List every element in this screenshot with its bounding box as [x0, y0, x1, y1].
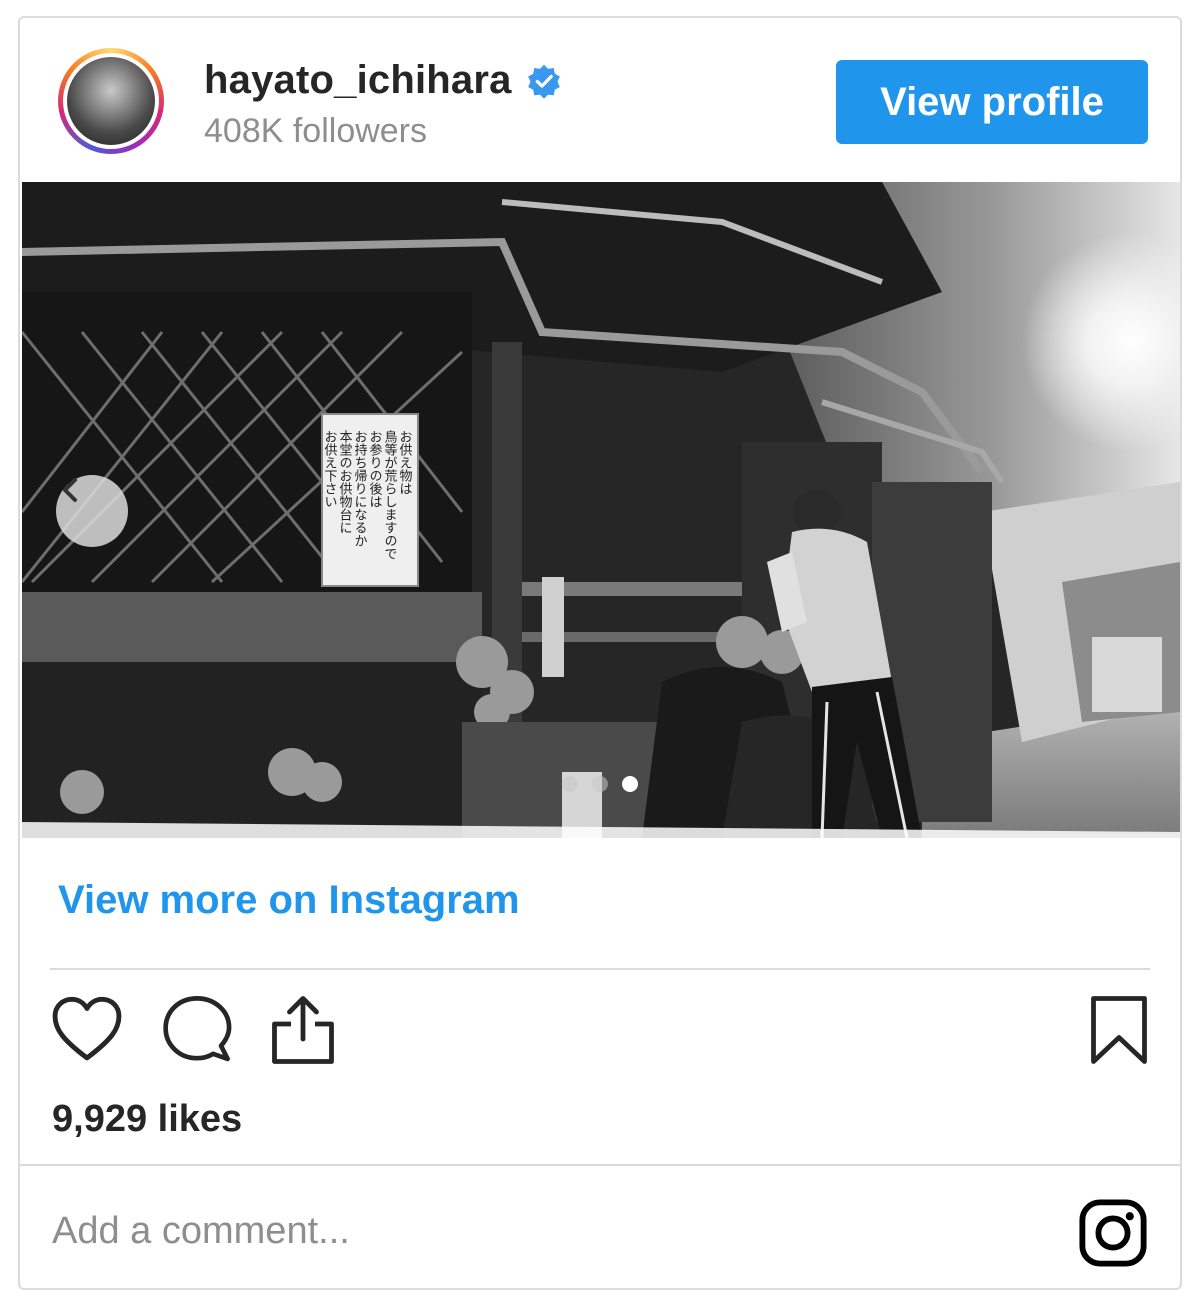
carousel-prev-button[interactable]	[56, 475, 128, 547]
svg-text:お供え下さい: お供え下さい	[322, 430, 338, 508]
avatar-image	[67, 57, 155, 145]
action-bar	[50, 994, 1150, 1074]
username-row: hayato_ichihara	[204, 58, 562, 103]
likes-count: 9,929 likes	[52, 1098, 243, 1140]
temple-photo: お供え物は 鳥等が荒らしますので お参りの後は お持ち帰りになるか 本堂のお供物…	[22, 182, 1180, 838]
avatar[interactable]	[58, 48, 164, 154]
comment-input[interactable]: Add a comment...	[52, 1210, 350, 1253]
view-profile-button[interactable]: View profile	[836, 60, 1148, 144]
share-icon[interactable]	[270, 994, 336, 1066]
divider	[50, 968, 1150, 970]
bookmark-icon[interactable]	[1088, 994, 1150, 1066]
carousel-dot[interactable]	[562, 776, 578, 792]
post-header: hayato_ichihara 408K followers View prof…	[20, 18, 1180, 184]
username[interactable]: hayato_ichihara	[204, 58, 512, 103]
followers-count: 408K followers	[204, 112, 428, 150]
instagram-icon[interactable]	[1078, 1198, 1148, 1268]
view-more-link[interactable]: View more on Instagram	[58, 878, 520, 923]
carousel-dot[interactable]	[592, 776, 608, 792]
verified-badge-icon	[527, 64, 560, 99]
comment-icon[interactable]	[162, 994, 232, 1064]
carousel-dots	[562, 776, 638, 792]
divider	[20, 1164, 1180, 1166]
instagram-embed-card: hayato_ichihara 408K followers View prof…	[18, 16, 1182, 1290]
svg-text:お参りの後は: お参りの後は	[367, 430, 383, 508]
svg-text:本堂のお供物台に: 本堂のお供物台に	[337, 430, 353, 534]
svg-text:鳥等が荒らしますので: 鳥等が荒らしますので	[382, 430, 398, 560]
post-photo[interactable]: お供え物は 鳥等が荒らしますので お参りの後は お持ち帰りになるか 本堂のお供物…	[22, 182, 1180, 838]
carousel-dot-active[interactable]	[622, 776, 638, 792]
chevron-left-icon	[63, 478, 77, 502]
heart-icon[interactable]	[50, 994, 124, 1064]
svg-text:お持ち帰りになるか: お持ち帰りになるか	[352, 430, 368, 547]
svg-text:お供え物は: お供え物は	[397, 430, 413, 495]
